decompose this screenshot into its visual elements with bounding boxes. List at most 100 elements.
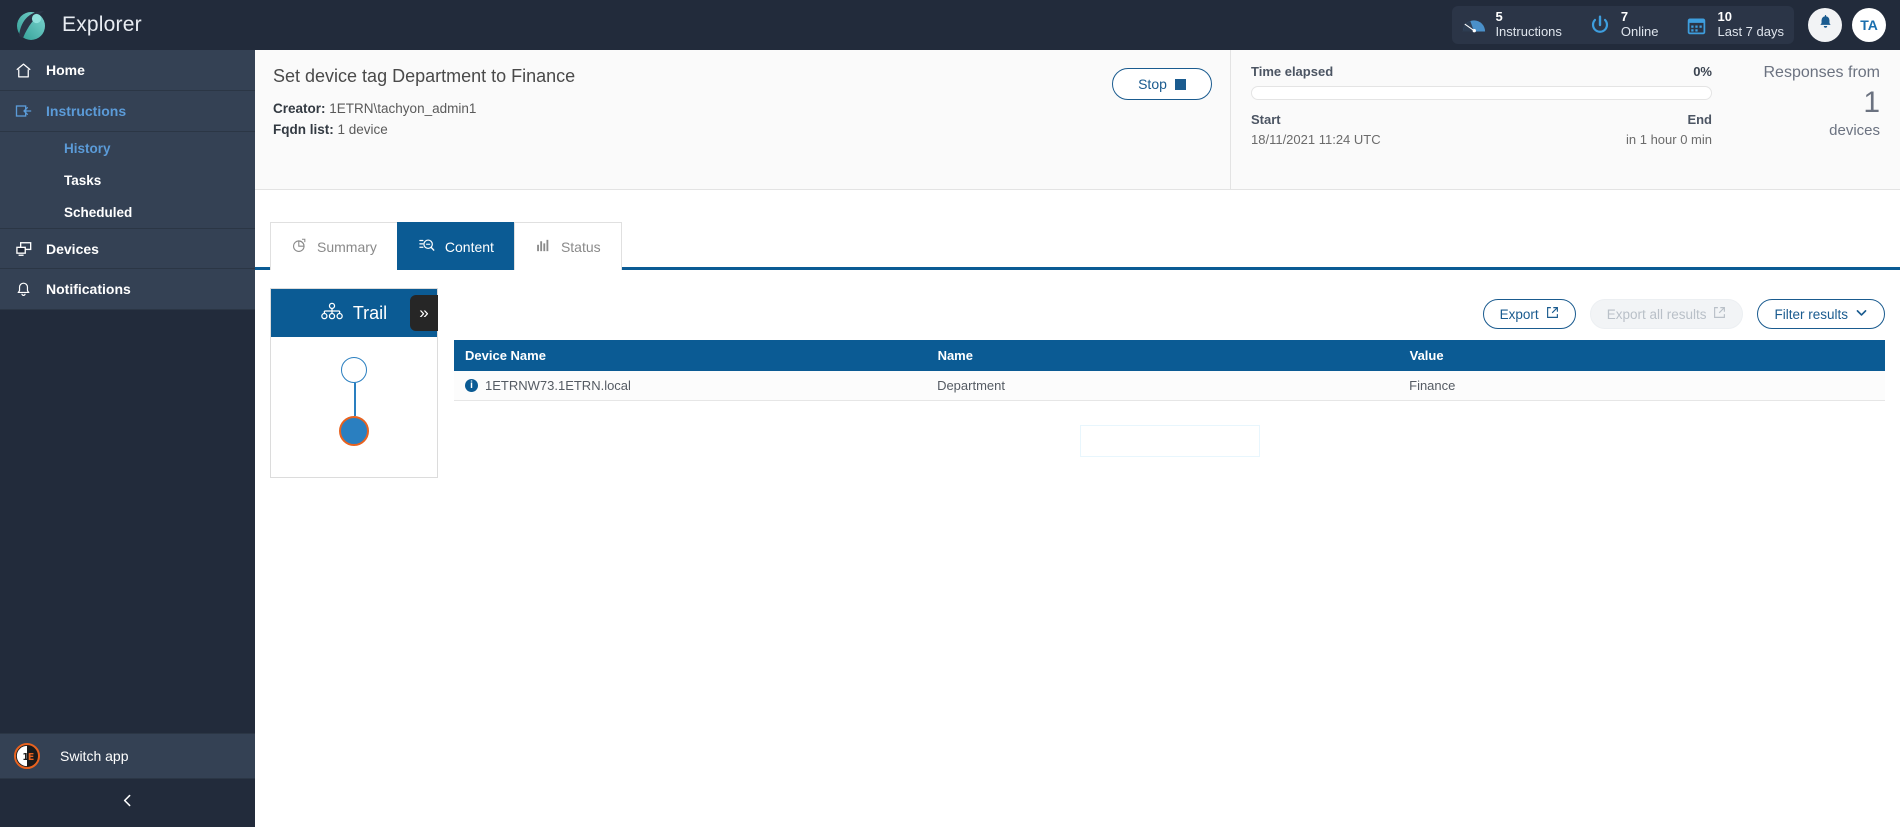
stat-online[interactable]: 7 Online bbox=[1588, 10, 1659, 39]
explorer-logo-icon bbox=[14, 8, 48, 42]
device-name-text: 1ETRNW73.1ETRN.local bbox=[485, 378, 631, 393]
stat-last-7-days-number: 10 bbox=[1717, 9, 1732, 25]
responses-section: Responses from 1 devices bbox=[1730, 64, 1881, 189]
one-e-logo-icon: 1 E bbox=[14, 743, 40, 769]
pagination-placeholder bbox=[1079, 425, 1260, 457]
sidebar-item-notifications[interactable]: Notifications bbox=[0, 269, 255, 310]
end-block: End in 1 hour 0 min bbox=[1626, 112, 1712, 147]
export-all-results-label: Export all results bbox=[1606, 306, 1707, 322]
export-all-results-button[interactable]: Export all results bbox=[1589, 299, 1744, 329]
tab-status-label: Status bbox=[560, 238, 601, 255]
trail-edge bbox=[354, 383, 356, 416]
info-icon[interactable]: i bbox=[465, 379, 478, 392]
trail-title: Trail bbox=[352, 302, 388, 323]
notifications-button[interactable] bbox=[1808, 8, 1842, 42]
external-link-icon bbox=[1713, 306, 1726, 322]
creator-value: 1ETRN\tachyon_admin1 bbox=[329, 101, 477, 116]
trail-node-root[interactable] bbox=[341, 357, 367, 383]
bell-icon bbox=[14, 280, 46, 299]
stat-last-7-days[interactable]: 10 Last 7 days bbox=[1685, 10, 1785, 39]
stat-online-number: 7 bbox=[1620, 9, 1629, 25]
bell-icon bbox=[1817, 14, 1834, 36]
main-content: Set device tag Department to Finance Cre… bbox=[255, 50, 1900, 827]
calendar-icon bbox=[1685, 13, 1709, 37]
tab-summary[interactable]: Summary bbox=[270, 222, 398, 270]
stat-online-label: Online bbox=[1620, 24, 1659, 39]
fqdn-value: 1 device bbox=[337, 122, 388, 137]
job-info-left: Set device tag Department to Finance Cre… bbox=[255, 50, 1231, 189]
column-header-value[interactable]: Value bbox=[1398, 340, 1886, 371]
sidebar-subitem-tasks[interactable]: Tasks bbox=[0, 164, 255, 196]
column-header-device-name[interactable]: Device Name bbox=[454, 340, 927, 371]
results-table-head: Device Name Name Value bbox=[454, 340, 1886, 371]
stat-instructions-label: Instructions bbox=[1495, 24, 1562, 39]
sidebar-subitem-scheduled[interactable]: Scheduled bbox=[0, 196, 255, 228]
avatar[interactable]: TA bbox=[1852, 8, 1886, 42]
column-header-name[interactable]: Name bbox=[926, 340, 1399, 371]
cell-name: Department bbox=[926, 371, 1399, 401]
devices-icon bbox=[14, 239, 46, 259]
avatar-initials: TA bbox=[1860, 17, 1878, 33]
export-button[interactable]: Export bbox=[1482, 299, 1576, 329]
page-title: Set device tag Department to Finance bbox=[273, 66, 576, 86]
sitemap-icon bbox=[321, 302, 343, 325]
start-block: Start 18/11/2021 11:24 UTC bbox=[1251, 112, 1381, 147]
sidebar-item-instructions[interactable]: Instructions bbox=[0, 91, 255, 132]
start-value: 18/11/2021 11:24 UTC bbox=[1251, 132, 1381, 147]
stop-button-label: Stop bbox=[1138, 76, 1167, 92]
switch-app-button[interactable]: 1 E Switch app bbox=[0, 733, 255, 779]
job-info-right: Time elapsed 0% Start 18/11/2021 11:24 U… bbox=[1231, 50, 1900, 189]
end-value: in 1 hour 0 min bbox=[1626, 132, 1712, 147]
tab-content-label: Content bbox=[444, 238, 494, 255]
cell-value: Finance bbox=[1398, 371, 1885, 401]
results-table: Device Name Name Value i 1ETRNW73.1ETRN.… bbox=[454, 340, 1886, 401]
bar-chart-icon bbox=[535, 237, 552, 257]
filter-results-button[interactable]: Filter results bbox=[1757, 299, 1885, 329]
stat-instructions-number: 5 bbox=[1495, 9, 1503, 25]
stat-last-7-days-label: Last 7 days bbox=[1717, 24, 1785, 39]
table-row[interactable]: i 1ETRNW73.1ETRN.local Department Financ… bbox=[454, 371, 1885, 401]
results-panel: Export Export all results Filter results… bbox=[454, 288, 1886, 478]
sidebar-subitem-history[interactable]: History bbox=[0, 132, 255, 164]
stop-button[interactable]: Stop bbox=[1112, 68, 1212, 100]
results-toolbar: Export Export all results Filter results bbox=[454, 288, 1885, 340]
sidebar-item-home[interactable]: Home bbox=[0, 50, 255, 91]
sidebar-subitem-history-label: History bbox=[64, 140, 111, 156]
job-info-strip: Set device tag Department to Finance Cre… bbox=[255, 50, 1900, 190]
content-row: Trail » Export Export all results Filter… bbox=[255, 270, 1900, 478]
app-root: Explorer 5 Instructions 7 Online 10 Last… bbox=[0, 0, 1900, 827]
responses-count: 1 bbox=[1863, 86, 1880, 119]
instructions-icon bbox=[14, 101, 46, 121]
pie-chart-icon bbox=[291, 237, 308, 257]
export-button-label: Export bbox=[1499, 306, 1539, 322]
trail-node-selected[interactable] bbox=[339, 416, 369, 446]
fqdn-line: Fqdn list: 1 device bbox=[273, 122, 1206, 137]
trail-expand-button[interactable]: » bbox=[410, 295, 438, 331]
tab-status[interactable]: Status bbox=[513, 222, 622, 270]
svg-text:E: E bbox=[28, 752, 34, 763]
device-name-wrapper: i 1ETRNW73.1ETRN.local bbox=[465, 378, 915, 393]
stat-last-7-days-text: 10 Last 7 days bbox=[1718, 10, 1785, 39]
sidebar-item-notifications-label: Notifications bbox=[46, 281, 131, 297]
stat-instructions[interactable]: 5 Instructions bbox=[1462, 9, 1562, 39]
app-name: Explorer bbox=[62, 13, 142, 36]
stat-online-text: 7 Online bbox=[1621, 10, 1659, 39]
sidebar-item-devices[interactable]: Devices bbox=[0, 228, 255, 269]
trail-panel: Trail » bbox=[270, 288, 438, 478]
external-link-icon bbox=[1546, 306, 1559, 322]
responses-unit: devices bbox=[1829, 122, 1880, 139]
time-elapsed-label: Time elapsed bbox=[1251, 64, 1334, 79]
tab-summary-label: Summary bbox=[317, 238, 377, 255]
progress-header: Time elapsed 0% bbox=[1251, 64, 1712, 79]
tab-bar: Summary Content Status bbox=[255, 222, 1900, 270]
filter-results-label: Filter results bbox=[1774, 306, 1848, 322]
sidebar-collapse-button[interactable] bbox=[0, 779, 255, 827]
cell-device-name: i 1ETRNW73.1ETRN.local bbox=[454, 371, 927, 401]
brand[interactable]: Explorer bbox=[0, 8, 255, 42]
tab-content[interactable]: Content bbox=[396, 222, 515, 270]
stop-square-icon bbox=[1174, 78, 1186, 90]
results-table-body: i 1ETRNW73.1ETRN.local Department Financ… bbox=[454, 371, 1885, 401]
content-search-icon bbox=[418, 236, 436, 257]
trail-header: Trail » bbox=[271, 289, 438, 337]
sidebar-item-devices-label: Devices bbox=[46, 240, 99, 257]
